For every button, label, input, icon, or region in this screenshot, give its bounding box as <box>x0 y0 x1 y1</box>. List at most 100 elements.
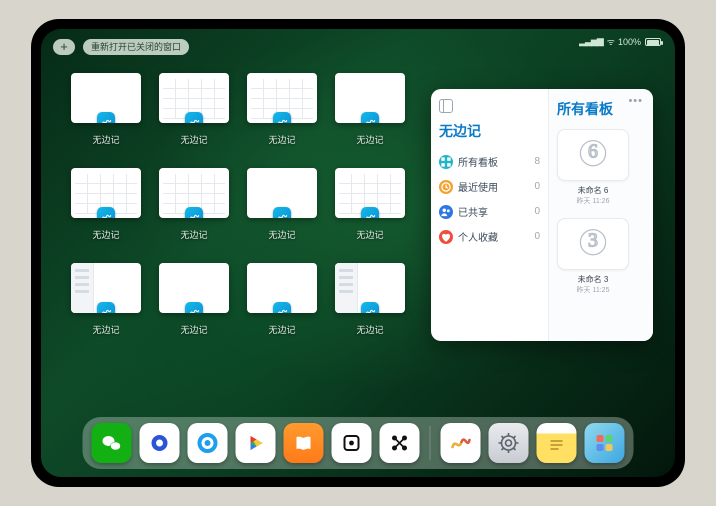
freeform-app-icon <box>185 112 203 123</box>
dock-connect-icon[interactable] <box>380 423 420 463</box>
sidebar-title: 无边记 <box>439 121 540 141</box>
freeform-app-icon <box>273 112 291 123</box>
window-tile[interactable]: 无边记 <box>159 73 229 146</box>
ipad-frame: ▂▃▅▆ ᯤ 100% + 重新打开已关闭的窗口 无边记无边记无边记无边记无边记… <box>31 19 685 487</box>
window-label: 无边记 <box>92 323 119 336</box>
window-thumbnail <box>247 73 317 123</box>
status-bar: ▂▃▅▆ ᯤ 100% <box>579 35 661 48</box>
sidebar-item-label: 所有看板 <box>458 154 498 169</box>
freeform-app-icon <box>185 302 203 313</box>
freeform-app-icon <box>361 302 379 313</box>
window-thumbnail <box>71 263 141 313</box>
dock-settings-icon[interactable] <box>489 423 529 463</box>
sidebar-item[interactable]: 所有看板 8 <box>439 149 540 174</box>
dock-wechat-icon[interactable] <box>92 423 132 463</box>
dock-browser-a-icon[interactable] <box>140 423 180 463</box>
window-menu-icon[interactable]: ••• <box>628 95 643 107</box>
board-thumbnail: 6 <box>557 129 629 181</box>
app-switcher-grid: 无边记无边记无边记无边记无边记无边记无边记无边记无边记无边记无边记无边记 <box>71 73 411 336</box>
window-label: 无边记 <box>92 228 119 241</box>
window-tile[interactable]: 无边记 <box>71 168 141 241</box>
sidebar-item[interactable]: 个人收藏 0 <box>439 224 540 249</box>
wifi-icon: ᯤ <box>607 35 614 48</box>
window-thumbnail <box>159 263 229 313</box>
window-label: 无边记 <box>268 323 295 336</box>
freeform-app-icon <box>97 207 115 218</box>
sidebar-item[interactable]: 最近使用 0 <box>439 174 540 199</box>
window-label: 无边记 <box>180 323 207 336</box>
clock-icon <box>439 180 453 194</box>
window-tile[interactable]: 无边记 <box>335 168 405 241</box>
freeform-app-icon <box>273 302 291 313</box>
sidebar-item-count: 8 <box>534 156 540 167</box>
window-tile[interactable]: 无边记 <box>247 263 317 336</box>
window-thumbnail <box>247 168 317 218</box>
board-card[interactable]: 6 未命名 6昨天 11:26 <box>557 129 629 206</box>
board-subtitle: 昨天 11:25 <box>557 285 629 295</box>
window-thumbnail <box>159 168 229 218</box>
dock-library-icon[interactable] <box>585 423 625 463</box>
dock <box>83 417 634 469</box>
window-label: 无边记 <box>356 133 383 146</box>
svg-text:6: 6 <box>588 141 598 163</box>
board-subtitle: 昨天 11:26 <box>557 196 629 206</box>
sidebar-item-label: 个人收藏 <box>458 229 498 244</box>
sidebar-item-label: 已共享 <box>458 204 488 219</box>
window-tile[interactable]: 无边记 <box>335 73 405 146</box>
freeform-main: 所有看板 6未命名 6昨天 11:263未命名 3昨天 11:25 <box>549 89 653 341</box>
people-icon <box>439 205 453 219</box>
dock-notes-icon[interactable] <box>537 423 577 463</box>
freeform-app-icon <box>97 302 115 313</box>
window-tile[interactable]: 无边记 <box>335 263 405 336</box>
board-card[interactable]: 3 未命名 3昨天 11:25 <box>557 218 629 295</box>
title-bar: + 重新打开已关闭的窗口 <box>53 39 189 55</box>
dock-separator <box>430 426 431 460</box>
grid-icon <box>439 155 453 169</box>
freeform-app-icon <box>97 112 115 123</box>
window-label: 无边记 <box>180 228 207 241</box>
sidebar-item-count: 0 <box>534 231 540 242</box>
window-thumbnail <box>335 263 405 313</box>
sidebar-item-count: 0 <box>534 206 540 217</box>
sidebar-item-label: 最近使用 <box>458 179 498 194</box>
window-thumbnail <box>71 73 141 123</box>
window-thumbnail <box>71 168 141 218</box>
window-thumbnail <box>335 168 405 218</box>
reopen-closed-window-button[interactable]: 重新打开已关闭的窗口 <box>83 39 189 55</box>
svg-text:3: 3 <box>588 230 598 252</box>
freeform-app-icon <box>273 207 291 218</box>
dock-books-icon[interactable] <box>284 423 324 463</box>
window-thumbnail <box>335 73 405 123</box>
dock-freeform-icon[interactable] <box>441 423 481 463</box>
window-label: 无边记 <box>268 228 295 241</box>
window-label: 无边记 <box>92 133 119 146</box>
heart-icon <box>439 230 453 244</box>
board-title: 未命名 3 <box>557 274 629 285</box>
sidebar-item-count: 0 <box>534 181 540 192</box>
sidebar-item[interactable]: 已共享 0 <box>439 199 540 224</box>
freeform-app-icon <box>361 112 379 123</box>
window-tile[interactable]: 无边记 <box>71 263 141 336</box>
battery-icon <box>645 38 661 46</box>
window-tile[interactable]: 无边记 <box>71 73 141 146</box>
dock-browser-b-icon[interactable] <box>188 423 228 463</box>
window-tile[interactable]: 无边记 <box>247 73 317 146</box>
board-title: 未命名 6 <box>557 185 629 196</box>
window-label: 无边记 <box>268 133 295 146</box>
window-thumbnail <box>247 263 317 313</box>
freeform-sidebar: 无边记 所有看板 8 最近使用 0 已共享 0 个人收藏 0 <box>431 89 549 341</box>
window-label: 无边记 <box>356 228 383 241</box>
sidebar-toggle-icon[interactable] <box>439 99 453 113</box>
new-window-button[interactable]: + <box>53 39 75 55</box>
cellular-icon: ▂▃▅▆ <box>579 36 603 47</box>
ipad-screen: ▂▃▅▆ ᯤ 100% + 重新打开已关闭的窗口 无边记无边记无边记无边记无边记… <box>41 29 675 477</box>
window-tile[interactable]: 无边记 <box>159 168 229 241</box>
window-thumbnail <box>159 73 229 123</box>
freeform-window[interactable]: ••• 无边记 所有看板8最近使用0已共享0个人收藏0 所有看板 6未命名 6昨… <box>431 89 653 341</box>
window-tile[interactable]: 无边记 <box>159 263 229 336</box>
window-label: 无边记 <box>180 133 207 146</box>
window-label: 无边记 <box>356 323 383 336</box>
dock-dice-icon[interactable] <box>332 423 372 463</box>
window-tile[interactable]: 无边记 <box>247 168 317 241</box>
dock-play-icon[interactable] <box>236 423 276 463</box>
